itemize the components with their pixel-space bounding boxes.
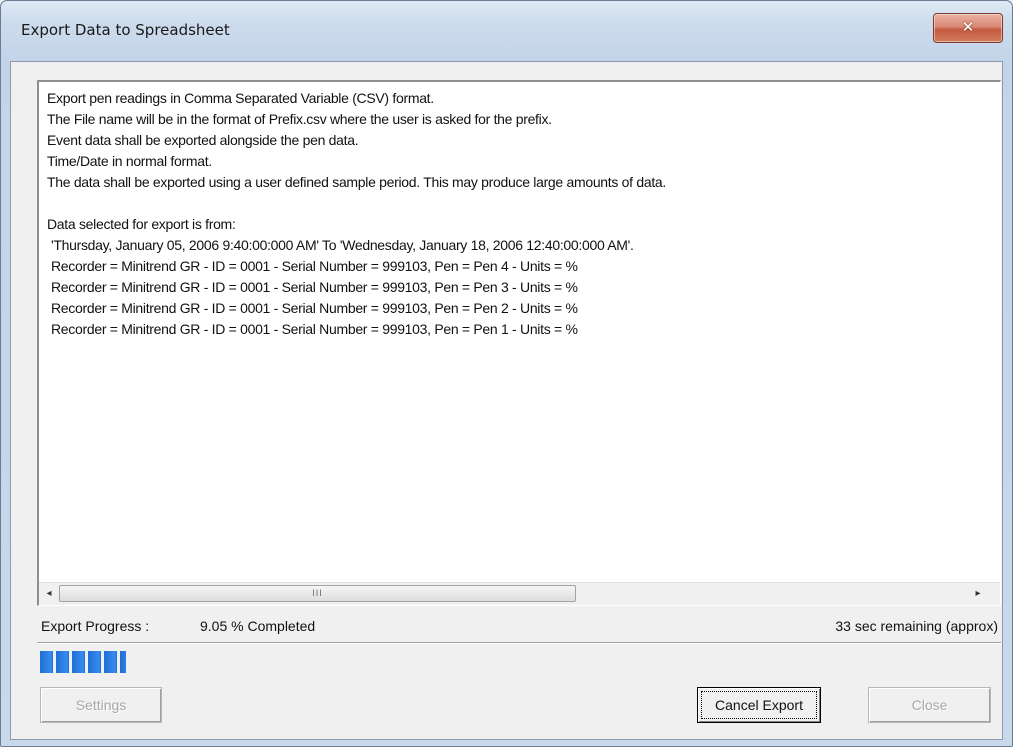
export-time-remaining: 33 sec remaining (approx) — [835, 618, 998, 634]
close-icon: ✕ — [961, 18, 975, 36]
export-log-text: Export pen readings in Comma Separated V… — [39, 82, 1000, 583]
log-line: 'Thursday, January 05, 2006 9:40:00:000 … — [51, 237, 634, 253]
log-line: Recorder = Minitrend GR - ID = 0001 - Se… — [51, 321, 578, 337]
export-dialog-window: Export Data to Spreadsheet ✕ Export pen … — [0, 0, 1013, 747]
log-line: Data selected for export is from: — [47, 216, 236, 232]
export-progress-bar — [40, 651, 995, 673]
progress-divider — [37, 642, 1001, 644]
log-line: Export pen readings in Comma Separated V… — [47, 90, 434, 106]
window-title: Export Data to Spreadsheet — [21, 21, 230, 39]
export-progress-label: Export Progress : — [41, 618, 150, 634]
log-line: Time/Date in normal format. — [47, 153, 212, 169]
log-line: Recorder = Minitrend GR - ID = 0001 - Se… — [51, 279, 578, 295]
cancel-export-button[interactable]: Cancel Export — [697, 687, 821, 723]
export-progress-fill — [40, 651, 126, 673]
log-line: Recorder = Minitrend GR - ID = 0001 - Se… — [51, 300, 578, 316]
scrollbar-thumb[interactable]: III — [59, 585, 576, 602]
log-line: The File name will be in the format of P… — [47, 111, 552, 127]
arrow-right-icon[interactable]: ▸ — [970, 586, 986, 602]
horizontal-scrollbar[interactable]: ◂ III ▸ — [39, 582, 1000, 605]
grip-icon: III — [312, 588, 323, 598]
title-bar[interactable]: Export Data to Spreadsheet ✕ — [1, 1, 1012, 61]
window-close-button[interactable]: ✕ — [933, 13, 1003, 43]
export-progress-percent: 9.05 % Completed — [200, 618, 316, 634]
log-line: Recorder = Minitrend GR - ID = 0001 - Se… — [51, 258, 578, 274]
export-log-box[interactable]: Export pen readings in Comma Separated V… — [37, 80, 1001, 606]
settings-button[interactable]: Settings — [40, 687, 162, 723]
dialog-client-area: Export pen readings in Comma Separated V… — [10, 61, 1003, 740]
arrow-left-icon[interactable]: ◂ — [41, 586, 57, 602]
close-button[interactable]: Close — [868, 687, 991, 723]
focus-rectangle — [701, 691, 817, 719]
log-line: Event data shall be exported alongside t… — [47, 132, 359, 148]
log-line: The data shall be exported using a user … — [47, 174, 666, 190]
